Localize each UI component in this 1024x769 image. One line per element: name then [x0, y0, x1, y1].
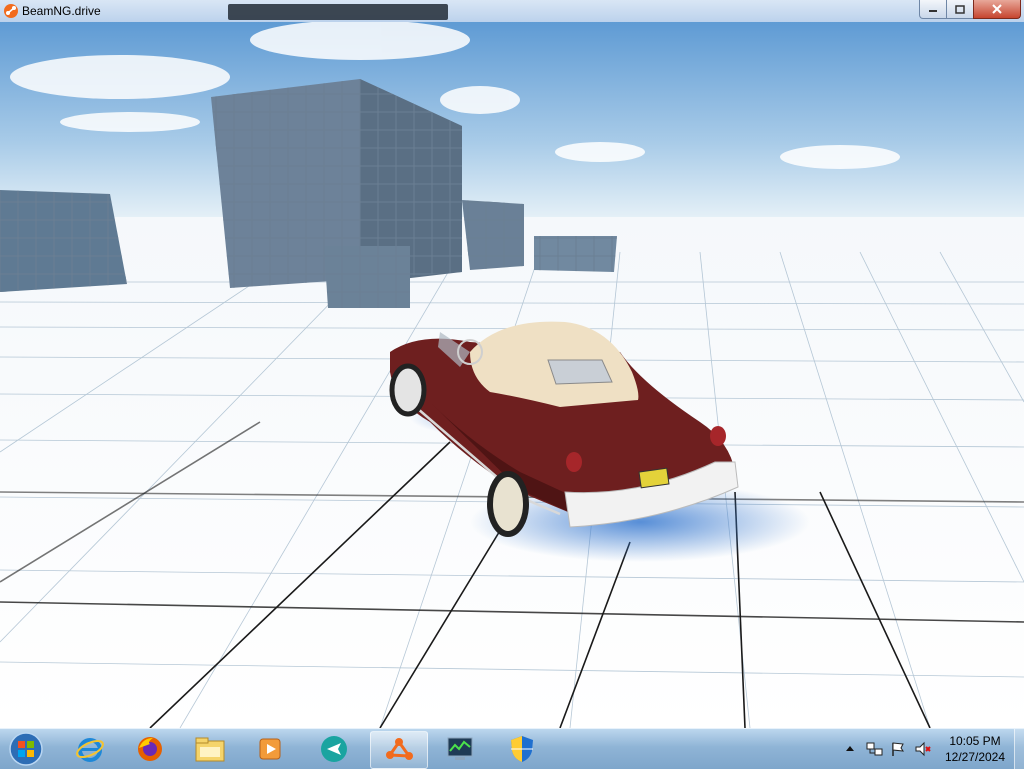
window-title: BeamNG.drive [22, 4, 101, 18]
maximize-icon [955, 4, 965, 14]
clock-date[interactable]: 12/27/2024 [940, 750, 1010, 764]
teamviewer-icon [321, 736, 347, 762]
file-explorer-icon [195, 737, 225, 762]
taskbar-beamng[interactable] [370, 731, 428, 769]
show-hidden-icon[interactable] [844, 741, 860, 757]
grid-cube-left [0, 190, 127, 292]
action-center-flag-icon[interactable] [890, 741, 906, 757]
taskbar-file-explorer[interactable] [182, 731, 238, 767]
volume-muted-icon[interactable] [914, 741, 931, 757]
show-desktop-button[interactable] [1014, 729, 1024, 769]
redacted-title-area [228, 4, 448, 20]
taskbar-security[interactable] [494, 731, 550, 767]
task-manager-icon [447, 737, 473, 760]
grid-cube-small-front [324, 246, 410, 308]
close-button[interactable] [973, 0, 1021, 19]
start-button[interactable] [4, 730, 48, 768]
network-icon[interactable] [866, 741, 883, 757]
close-icon [992, 4, 1002, 14]
taskbar-firefox[interactable] [122, 731, 178, 767]
security-shield-icon [511, 736, 533, 762]
taskbar-media-player[interactable] [242, 731, 298, 767]
taskbar: 10:05 PM 12/27/2024 [0, 728, 1024, 769]
game-scene [0, 22, 1024, 728]
minimize-icon [929, 10, 937, 12]
taskbar-teamviewer[interactable] [306, 731, 362, 767]
minimize-button[interactable] [919, 0, 947, 19]
grid-cube-right [534, 236, 617, 272]
maximize-button[interactable] [946, 0, 974, 19]
clock-time[interactable]: 10:05 PM [940, 734, 1010, 748]
taskbar-internet-explorer[interactable] [62, 731, 118, 767]
beamng-logo-icon [3, 3, 19, 19]
internet-explorer-icon [76, 738, 104, 762]
grid-cube-mid [462, 200, 524, 270]
firefox-icon [138, 737, 162, 761]
beamng-icon [386, 738, 413, 760]
window-titlebar[interactable]: BeamNG.drive [0, 0, 1024, 23]
game-viewport[interactable] [0, 22, 1024, 728]
windows-orb-icon [9, 732, 43, 766]
taskbar-task-manager[interactable] [432, 731, 488, 767]
media-player-icon [259, 738, 281, 760]
